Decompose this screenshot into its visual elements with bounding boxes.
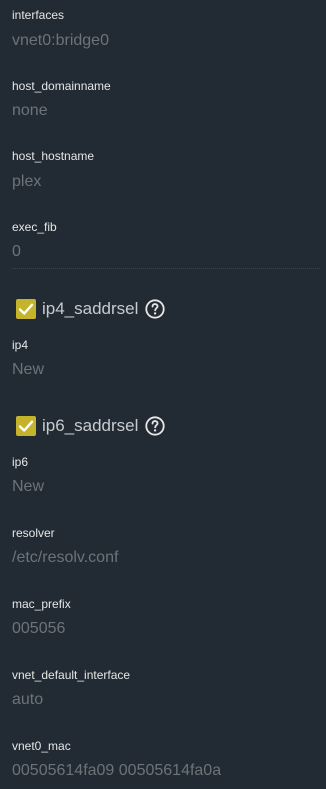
vnet0-mac-label: vnet0_mac <box>12 739 71 753</box>
field-resolver: resolver /etc/resolv.conf <box>0 526 326 582</box>
mac-prefix-input[interactable]: 005056 <box>12 619 312 639</box>
checkmark-icon <box>18 303 34 315</box>
field-host-hostname: host_hostname plex <box>0 149 326 205</box>
field-host-domainname: host_domainname none <box>0 79 326 135</box>
host-domainname-input[interactable]: none <box>12 101 312 121</box>
ip4-saddrsel-row: ip4_saddrsel <box>16 297 166 321</box>
exec-fib-underline <box>12 267 320 269</box>
host-hostname-label: host_hostname <box>12 149 95 163</box>
ip4-saddrsel-label: ip4_saddrsel <box>42 299 139 318</box>
field-ip6: ip6 New <box>0 455 326 511</box>
ip6-saddrsel-label: ip6_saddrsel <box>42 416 139 435</box>
field-vnet0-mac: vnet0_mac 00505614fa09 00505614fa0a <box>0 739 326 789</box>
resolver-input[interactable]: /etc/resolv.conf <box>12 548 312 568</box>
ip6-label: ip6 <box>12 455 29 469</box>
vnet-default-interface-label: vnet_default_interface <box>12 668 131 682</box>
ip6-input[interactable]: New <box>12 477 312 497</box>
jail-properties-panel: interfaces vnet0:bridge0 host_domainname… <box>0 0 326 789</box>
exec-fib-input[interactable]: 0 <box>12 242 312 262</box>
resolver-label: resolver <box>12 526 55 540</box>
host-hostname-input[interactable]: plex <box>12 172 312 192</box>
ip6-saddrsel-checkbox[interactable] <box>16 416 36 436</box>
field-interfaces: interfaces vnet0:bridge0 <box>0 8 326 64</box>
field-ip4: ip4 New <box>0 338 326 394</box>
ip4-label: ip4 <box>12 338 29 352</box>
question-circle-icon[interactable] <box>144 415 166 437</box>
ip6-saddrsel-row: ip6_saddrsel <box>16 414 166 438</box>
checkmark-icon <box>18 420 34 432</box>
ip4-input[interactable]: New <box>12 360 312 380</box>
field-vnet-default-interface: vnet_default_interface auto <box>0 668 326 724</box>
mac-prefix-label: mac_prefix <box>12 597 71 611</box>
field-exec-fib: exec_fib 0 <box>0 220 326 276</box>
vnet-default-interface-input[interactable]: auto <box>12 690 312 710</box>
host-domainname-label: host_domainname <box>12 79 111 93</box>
interfaces-label: interfaces <box>12 8 65 22</box>
ip4-saddrsel-checkbox[interactable] <box>16 299 36 319</box>
field-mac-prefix: mac_prefix 005056 <box>0 597 326 653</box>
exec-fib-label: exec_fib <box>12 220 57 234</box>
question-circle-icon[interactable] <box>144 298 166 320</box>
vnet0-mac-input[interactable]: 00505614fa09 00505614fa0a <box>12 761 312 781</box>
interfaces-input[interactable]: vnet0:bridge0 <box>12 31 312 51</box>
